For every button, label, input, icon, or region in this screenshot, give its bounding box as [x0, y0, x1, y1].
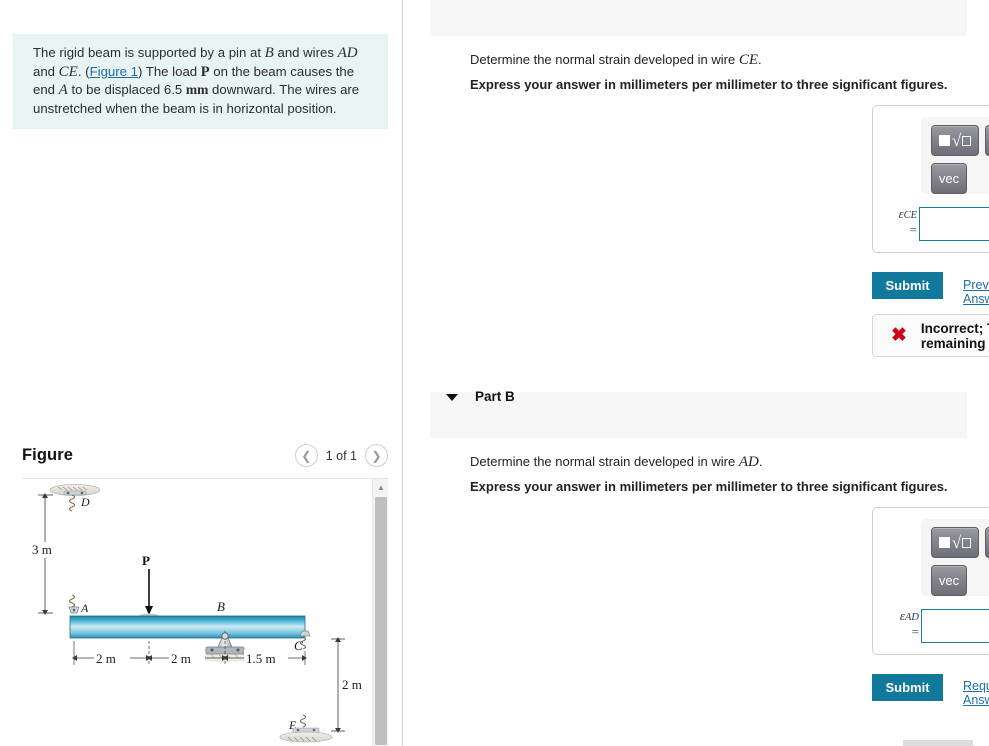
part-a-prompt: Determine the normal strain developed in…: [470, 52, 762, 69]
part-b-prompt-text: Determine the normal strain developed in…: [470, 454, 739, 469]
caret-down-icon[interactable]: [446, 394, 458, 401]
part-b-header[interactable]: Part B: [430, 389, 967, 438]
problem-text-1: The rigid beam is supported by a pin at: [33, 45, 265, 60]
problem-statement: The rigid beam is supported by a pin at …: [13, 34, 388, 129]
part-a-prompt-period: .: [757, 52, 762, 67]
scrollbar-thumb[interactable]: [375, 497, 387, 745]
template-sqrt-button[interactable]: √: [931, 125, 979, 156]
figure-frame: D A 3 m P B C E 2 m 2 m 1.5 m 2 m ▲: [22, 478, 388, 746]
problem-text-2: and wires: [273, 45, 338, 60]
vector-button[interactable]: vec: [931, 163, 967, 194]
problem-text-6: on the beam causes the: [209, 63, 355, 79]
part-b-prompt: Determine the normal strain developed in…: [470, 454, 762, 471]
greek-symbols-button[interactable]: ΑΣϕ: [985, 527, 989, 558]
part-a-header[interactable]: Part A: [430, 0, 967, 36]
epsilon-subscript: AD: [905, 612, 919, 623]
box-glyph: [962, 135, 972, 146]
part-a-answer-input[interactable]: [919, 207, 989, 241]
greek-symbols-button[interactable]: ΑΣϕ: [985, 125, 989, 156]
box-glyph: [962, 537, 972, 548]
epsilon-subscript: CE: [903, 210, 917, 221]
sqrt-glyph: √: [951, 130, 962, 150]
figure-dim-2m-1: 2 m: [96, 651, 116, 666]
part-b-prompt-var: AD: [738, 454, 759, 470]
figure-label-A: A: [80, 601, 89, 615]
problem-text-9: downward. The wires are: [208, 82, 360, 97]
figure-nav: ❮ 1 of 1 ❯: [294, 444, 388, 467]
problem-text-4: . (: [77, 63, 90, 79]
problem-text-3: and: [33, 63, 59, 79]
part-b-prompt-period: .: [758, 454, 763, 469]
part-b-submit-button[interactable]: Submit: [872, 674, 943, 701]
part-a-toolbar: √ ΑΣϕ ⇅ vec ↩ ↪ ↻ ⌨ ?: [921, 117, 989, 194]
problem-var-B: B: [264, 45, 274, 61]
part-a-feedback: ✖ Incorrect; Try Again; 5 attempts remai…: [872, 314, 989, 357]
figure-dim-2m-2: 2 m: [171, 651, 191, 666]
template-sqrt-button[interactable]: √: [931, 527, 979, 558]
incorrect-x-icon: ✖: [891, 325, 907, 346]
problem-text-8: to be displaced 6.5: [67, 82, 186, 97]
problem-var-CE: CE: [58, 63, 78, 80]
equals-symbol: =: [909, 222, 917, 237]
part-b-answer-input[interactable]: [921, 609, 989, 643]
part-a-field-label: εCE =: [875, 207, 917, 237]
beam-diagram: D A 3 m P B C E 2 m 2 m 1.5 m 2 m: [30, 484, 362, 743]
part-b-toolbar: √ ΑΣϕ ⇅ vec ↩ ↪ ↻ ⌨ ?: [921, 519, 989, 596]
square-glyph: [938, 135, 950, 146]
part-a-prompt-var: CE: [738, 52, 758, 68]
figure-dim-3m: 3 m: [32, 542, 52, 557]
problem-unit-mm: mm: [185, 82, 209, 97]
problem-text-10: unstretched when the beam is in horizont…: [33, 100, 337, 116]
part-a-answer-box: √ ΑΣϕ ⇅ vec ↩ ↪ ↻ ⌨ ? εCE =: [872, 105, 989, 253]
bottom-partial-element: [903, 740, 973, 746]
left-pane: The rigid beam is supported by a pin at …: [0, 0, 403, 746]
figure-scrollbar[interactable]: ▲: [372, 479, 388, 746]
figure-dim-1p5m: 1.5 m: [246, 651, 276, 666]
figure-dim-2m-right: 2 m: [342, 677, 362, 692]
part-b-request-answer-link[interactable]: Request Answer: [963, 679, 989, 707]
chevron-left-icon[interactable]: ❮: [294, 444, 318, 467]
figure-label-B: B: [217, 599, 225, 614]
figure-label-C: C: [294, 638, 303, 653]
part-a-prompt-text: Determine the normal strain developed in…: [470, 52, 739, 67]
figure-label-D: D: [80, 495, 90, 509]
part-b-field-label: εAD =: [875, 609, 919, 639]
chevron-right-icon[interactable]: ❯: [365, 444, 388, 467]
scroll-up-icon[interactable]: ▲: [373, 479, 388, 495]
figure-header: Figure ❮ 1 of 1 ❯: [22, 444, 388, 472]
figure-1-link[interactable]: Figure 1: [90, 64, 138, 79]
part-b-label: Part B: [475, 389, 515, 404]
part-a-feedback-text: Incorrect; Try Again; 5 attempts remaini…: [920, 320, 989, 351]
problem-text-5: ) The load: [137, 63, 201, 79]
square-glyph: [938, 537, 950, 548]
problem-var-A: A: [58, 82, 68, 98]
problem-text-7: end: [33, 82, 59, 97]
part-a-previous-answers-link[interactable]: Previous Answers: [963, 278, 989, 306]
part-b-answer-box: √ ΑΣϕ ⇅ vec ↩ ↪ ↻ ⌨ ? εAD =: [872, 507, 989, 655]
figure-count-label: 1 of 1: [325, 448, 357, 463]
part-a-instruction: Express your answer in millimeters per m…: [470, 77, 948, 92]
figure-title: Figure: [22, 446, 74, 464]
problem-var-P: P: [200, 63, 210, 80]
equals-symbol: =: [911, 624, 919, 639]
problem-var-AD: AD: [337, 45, 358, 61]
part-b-instruction: Express your answer in millimeters per m…: [470, 479, 948, 494]
sqrt-glyph: √: [951, 532, 962, 552]
page-root: The rigid beam is supported by a pin at …: [0, 0, 989, 746]
vector-button[interactable]: vec: [931, 565, 967, 596]
part-a-label: Part A: [475, 0, 514, 2]
figure-label-P: P: [142, 553, 150, 568]
right-pane: Part A Determine the normal strain devel…: [404, 0, 989, 746]
part-a-submit-button[interactable]: Submit: [872, 272, 943, 299]
